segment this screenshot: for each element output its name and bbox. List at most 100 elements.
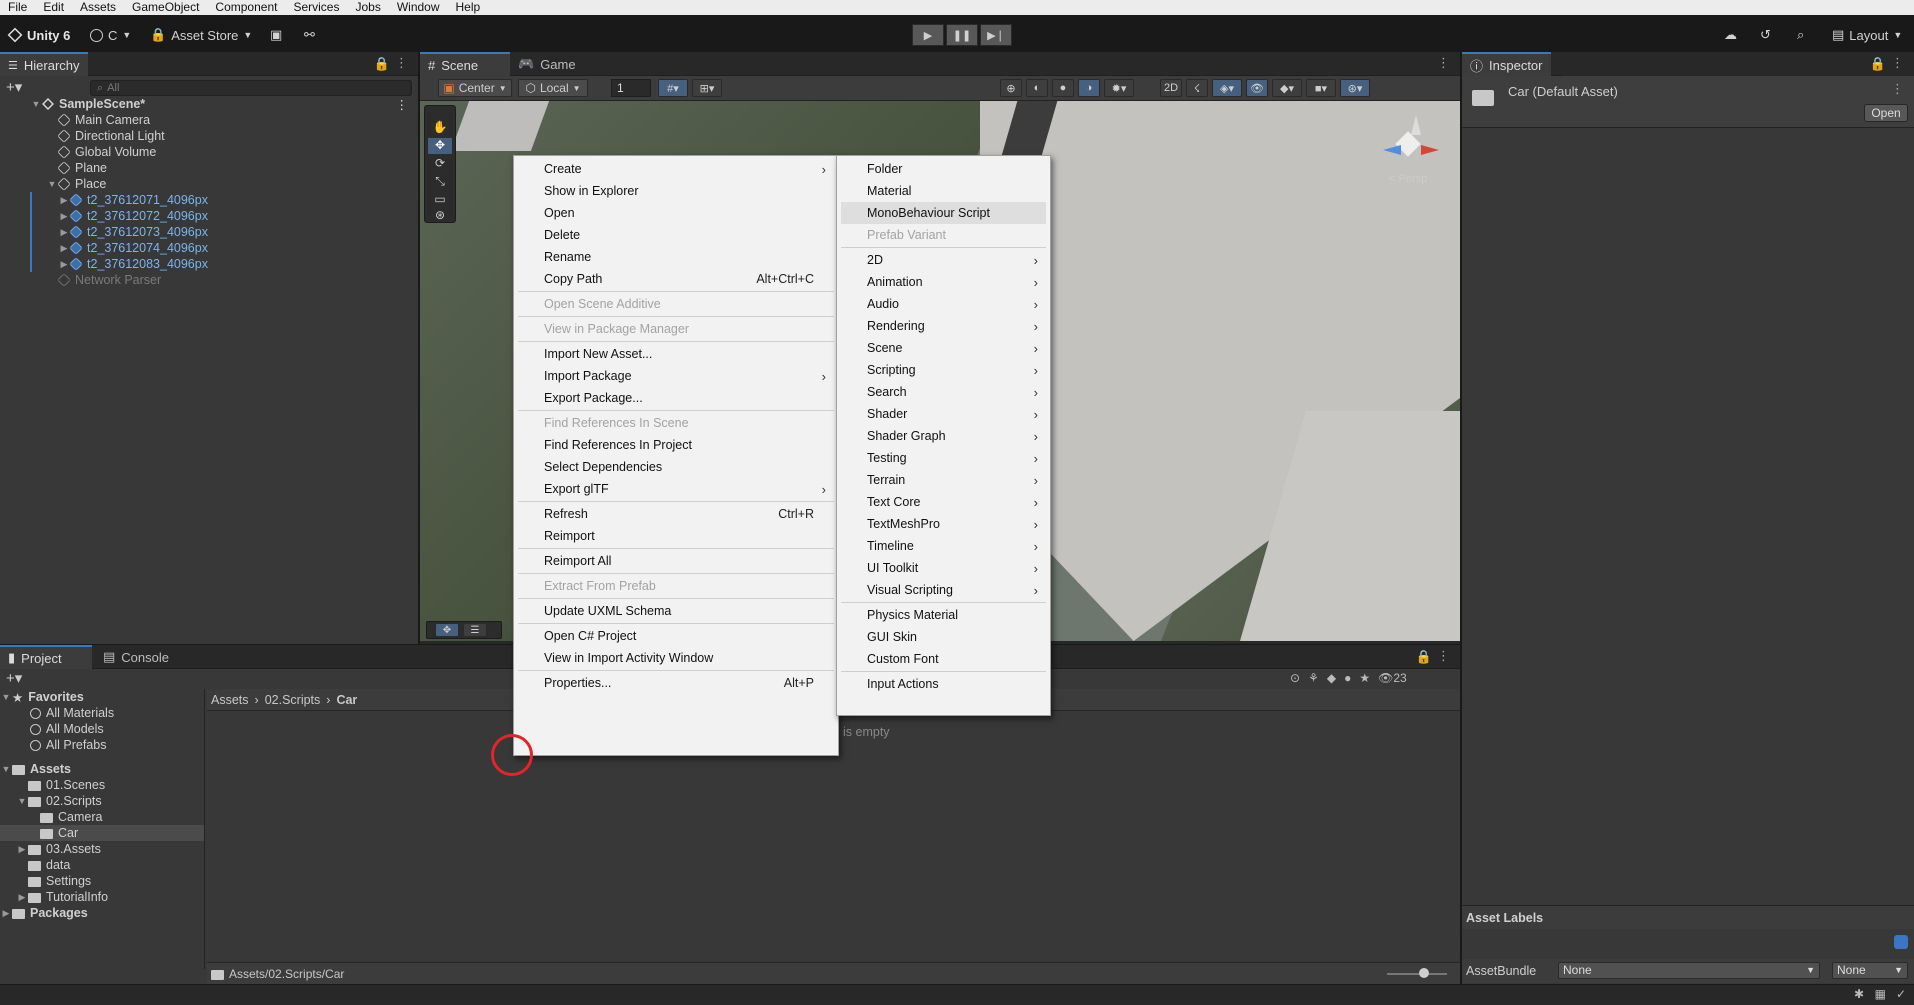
- icon-size-slider[interactable]: [1387, 973, 1447, 975]
- asset-store-dropdown[interactable]: 🔒 Asset Store ▼: [150, 24, 252, 46]
- menu-item[interactable]: Terrain ›: [841, 469, 1046, 491]
- search-by-type-icon[interactable]: ⊙: [1290, 671, 1300, 685]
- tab-inspector[interactable]: ⓘ Inspector: [1462, 52, 1551, 76]
- scene-root-row[interactable]: ▼ SampleScene* ⋮: [0, 96, 418, 112]
- hierarchy-prefab-item[interactable]: ▶ t2_37612083_4096px: [0, 256, 418, 272]
- more-options-icon[interactable]: ⋮: [1891, 55, 1904, 71]
- open-button[interactable]: Open: [1864, 104, 1908, 122]
- account-dropdown[interactable]: C ▼: [90, 24, 131, 46]
- scene-visibility-icon[interactable]: 👁: [1246, 79, 1268, 97]
- favorite-item[interactable]: All Models: [0, 721, 204, 737]
- menu-item[interactable]: Reimport All: [518, 550, 834, 572]
- hidden-packages-icon[interactable]: 👁23: [1378, 671, 1407, 685]
- asset-bundle-dropdown[interactable]: None ▼: [1558, 962, 1820, 979]
- grid-snap-button[interactable]: #▾: [658, 79, 688, 97]
- search-icon[interactable]: ⌕: [1797, 24, 1804, 46]
- menu-gameobject[interactable]: GameObject: [124, 0, 207, 15]
- pause-button[interactable]: ❚❚: [946, 24, 978, 46]
- hierarchy-item[interactable]: Directional Light: [0, 128, 418, 144]
- lighting-toggle-icon[interactable]: ☇: [1186, 79, 1208, 97]
- transform-tool-icon[interactable]: ⊛: [428, 208, 452, 222]
- menu-item[interactable]: Search ›: [841, 381, 1046, 403]
- bug-icon[interactable]: ✱: [1854, 987, 1864, 1001]
- move-tool-icon[interactable]: ✥: [428, 138, 452, 154]
- menu-item[interactable]: Custom Font: [841, 648, 1046, 670]
- menu-item[interactable]: Export Package...: [518, 387, 834, 409]
- tab-scene[interactable]: # Scene: [420, 52, 510, 76]
- more-options-icon[interactable]: ⋮: [396, 97, 409, 112]
- expand-arrow-icon[interactable]: ▼: [0, 764, 12, 774]
- hierarchy-item[interactable]: ▼ Place: [0, 176, 418, 192]
- space-local-dropdown[interactable]: ⬡ Local ▼: [518, 79, 588, 97]
- move-overlay-icon[interactable]: ✥: [435, 623, 459, 637]
- expand-arrow-icon[interactable]: ▶: [0, 908, 12, 919]
- menu-item[interactable]: Reimport: [518, 525, 834, 547]
- hierarchy-prefab-item[interactable]: ▶ t2_37612072_4096px: [0, 208, 418, 224]
- search-by-label-icon[interactable]: ⚘: [1308, 671, 1319, 685]
- create-asset-button[interactable]: +▾: [6, 669, 22, 687]
- icon-size-slider-thumb[interactable]: [1419, 968, 1429, 978]
- menu-window[interactable]: Window: [389, 0, 448, 15]
- menu-item[interactable]: Audio ›: [841, 293, 1046, 315]
- history-icon[interactable]: ↺: [1760, 24, 1771, 46]
- hierarchy-item[interactable]: Global Volume: [0, 144, 418, 160]
- menu-item[interactable]: Find References In Project: [518, 434, 834, 456]
- settings-overlay-icon[interactable]: ☰: [463, 623, 487, 637]
- menu-item[interactable]: Select Dependencies: [518, 456, 834, 478]
- cloud-icon[interactable]: ☁: [1724, 24, 1737, 46]
- menu-edit[interactable]: Edit: [35, 0, 72, 15]
- menu-item[interactable]: Export glTF ›: [518, 478, 834, 500]
- menu-help[interactable]: Help: [448, 0, 489, 15]
- lock-icon[interactable]: 🔒: [374, 56, 390, 72]
- layout-dropdown[interactable]: ▤ Layout ▼: [1832, 24, 1902, 46]
- menu-item[interactable]: Text Core ›: [841, 491, 1046, 513]
- hierarchy-item-disabled[interactable]: Network Parser: [0, 272, 418, 288]
- packages-section[interactable]: ▶ Packages: [0, 905, 204, 921]
- menu-item[interactable]: Testing ›: [841, 447, 1046, 469]
- hierarchy-prefab-item[interactable]: ▶ t2_37612074_4096px: [0, 240, 418, 256]
- menu-item[interactable]: Input Actions: [841, 673, 1046, 695]
- tag-icon[interactable]: ◆: [1327, 671, 1336, 685]
- expand-arrow-icon[interactable]: ▶: [58, 259, 70, 270]
- layers-dropdown-icon[interactable]: ◆▾: [1272, 79, 1302, 97]
- more-options-icon[interactable]: ⋮: [1437, 648, 1450, 664]
- expand-arrow-icon[interactable]: ▶: [58, 243, 70, 254]
- menu-item[interactable]: GUI Skin: [841, 626, 1046, 648]
- asset-folder-item[interactable]: ▼ 02.Scripts: [0, 793, 204, 809]
- menu-item[interactable]: Refresh Ctrl+R: [518, 503, 834, 525]
- menu-item[interactable]: UI Toolkit ›: [841, 557, 1046, 579]
- hierarchy-item[interactable]: Plane: [0, 160, 418, 176]
- gizmos-dropdown-icon[interactable]: ⊛▾: [1340, 79, 1370, 97]
- tab-game[interactable]: 🎮 Game: [510, 52, 584, 76]
- gizmo-toggle-icon[interactable]: ⊕: [1000, 79, 1022, 97]
- menu-item[interactable]: Scripting ›: [841, 359, 1046, 381]
- network-icon[interactable]: ▦: [1875, 987, 1886, 1001]
- asset-folder-item[interactable]: Camera: [0, 809, 204, 825]
- expand-arrow-icon[interactable]: ▼: [46, 179, 58, 189]
- menu-item[interactable]: Visual Scripting ›: [841, 579, 1046, 601]
- favorite-item[interactable]: All Materials: [0, 705, 204, 721]
- version-control-icon[interactable]: ⚯: [304, 24, 315, 46]
- check-circle-icon[interactable]: ✓: [1896, 987, 1906, 1001]
- menu-item[interactable]: Scene ›: [841, 337, 1046, 359]
- menu-item[interactable]: Delete: [518, 224, 834, 246]
- menu-item[interactable]: TextMeshPro ›: [841, 513, 1046, 535]
- tab-project[interactable]: ▮ Project: [0, 645, 92, 669]
- grid-size-input[interactable]: 1: [611, 79, 651, 97]
- menu-item[interactable]: Show in Explorer: [518, 180, 834, 202]
- menu-item[interactable]: Copy Path Alt+Ctrl+C: [518, 268, 834, 290]
- menu-item[interactable]: Update UXML Schema: [518, 600, 834, 622]
- breadcrumb-item[interactable]: Car: [336, 693, 357, 707]
- shading-shaded-icon[interactable]: ●: [1052, 79, 1074, 97]
- asset-folder-item[interactable]: ▶ TutorialInfo: [0, 889, 204, 905]
- menu-jobs[interactable]: Jobs: [347, 0, 388, 15]
- asset-folder-item[interactable]: ▶ 03.Assets: [0, 841, 204, 857]
- menu-item[interactable]: Create ›: [518, 158, 834, 180]
- hierarchy-item[interactable]: Main Camera: [0, 112, 418, 128]
- breadcrumb-item[interactable]: Assets: [211, 693, 249, 707]
- effects-dropdown-icon[interactable]: ◈▾: [1212, 79, 1242, 97]
- lock-icon[interactable]: 🔒: [1870, 56, 1886, 72]
- orientation-gizmo[interactable]: < Persp: [1375, 111, 1445, 191]
- rotate-tool-icon[interactable]: ⟳: [428, 156, 452, 172]
- menu-item[interactable]: Animation ›: [841, 271, 1046, 293]
